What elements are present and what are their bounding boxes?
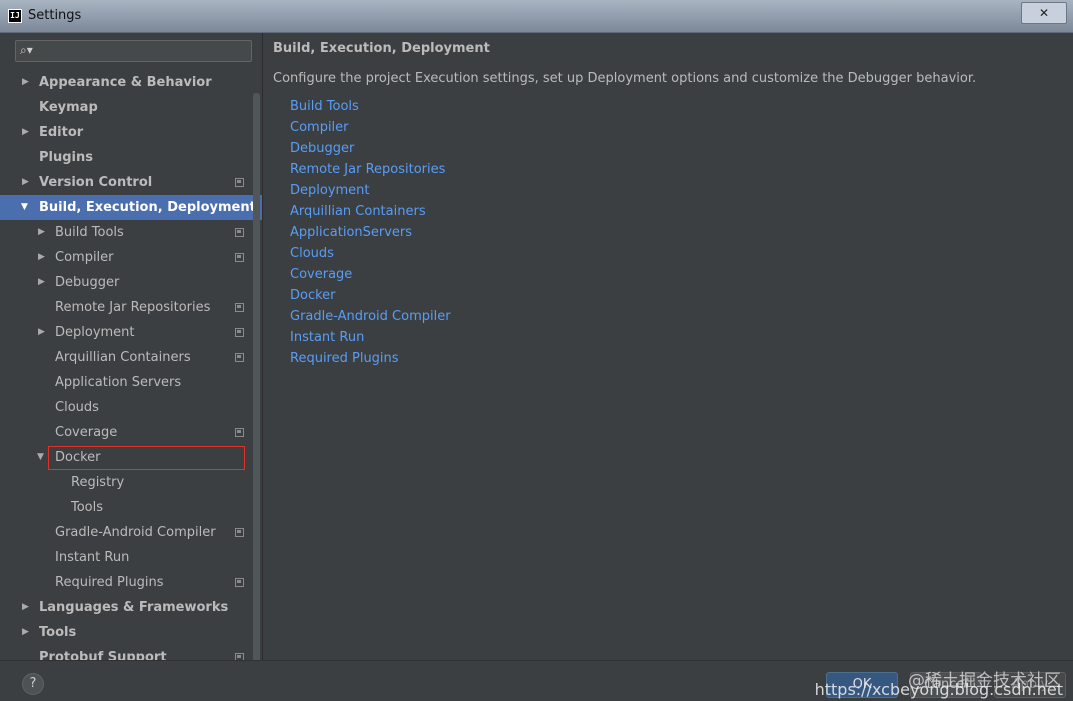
link-compiler[interactable]: Compiler <box>290 120 349 135</box>
help-button[interactable]: ? <box>22 673 44 695</box>
tree-item-label: Protobuf Support <box>39 650 167 660</box>
link-required-plugins[interactable]: Required Plugins <box>290 351 399 366</box>
tree-item-label: Version Control <box>39 175 153 190</box>
link-application-servers[interactable]: ApplicationServers <box>290 225 412 240</box>
tree-item-label: Remote Jar Repositories <box>55 300 211 315</box>
tree-item-compiler[interactable]: ▶ Compiler <box>0 245 253 270</box>
link-clouds[interactable]: Clouds <box>290 246 334 261</box>
link-debugger[interactable]: Debugger <box>290 141 354 156</box>
tree-item-appearance-behavior[interactable]: ▶ Appearance & Behavior <box>0 70 253 95</box>
chevron-right-icon[interactable]: ▶ <box>22 620 29 645</box>
chevron-right-icon[interactable]: ▶ <box>38 220 45 245</box>
chevron-down-icon[interactable]: ▼ <box>37 445 44 470</box>
close-button[interactable]: ✕ <box>1021 2 1067 24</box>
docker-highlight-box <box>48 446 245 470</box>
link-docker[interactable]: Docker <box>290 288 336 303</box>
link-instant-run[interactable]: Instant Run <box>290 330 364 345</box>
tree-item-label: Plugins <box>39 150 93 165</box>
settings-sidebar: ⌕▾ ▶ Appearance & Behavior Keymap ▶ Edit… <box>0 33 263 660</box>
page-title: Build, Execution, Deployment <box>273 41 490 56</box>
chevron-right-icon[interactable]: ▶ <box>22 170 29 195</box>
project-level-icon <box>235 528 244 537</box>
project-level-icon <box>235 653 244 660</box>
tree-item-label: Debugger <box>55 275 120 290</box>
tree-item-build-tools[interactable]: ▶ Build Tools <box>0 220 253 245</box>
tree-item-instant-run[interactable]: Instant Run <box>0 545 253 570</box>
tree-item-required-plugins[interactable]: Required Plugins <box>0 570 253 595</box>
title-bar: IJ Settings ✕ <box>0 0 1073 33</box>
project-level-icon <box>235 178 244 187</box>
tree-item-protobuf-support[interactable]: Protobuf Support <box>0 645 253 660</box>
chevron-right-icon[interactable]: ▶ <box>22 595 29 620</box>
chevron-right-icon[interactable]: ▶ <box>38 320 45 345</box>
link-remote-jar-repositories[interactable]: Remote Jar Repositories <box>290 162 445 177</box>
tree-item-label: Tools <box>39 625 77 640</box>
tree-item-plugins[interactable]: Plugins <box>0 145 253 170</box>
tree-item-application-servers[interactable]: Application Servers <box>0 370 253 395</box>
tree-item-label: Tools <box>71 500 104 515</box>
project-level-icon <box>235 578 244 587</box>
tree-item-label: Languages & Frameworks <box>39 600 229 615</box>
tree-item-label: Registry <box>71 475 125 490</box>
tree-item-label: Deployment <box>55 325 135 340</box>
tree-item-editor[interactable]: ▶ Editor <box>0 120 253 145</box>
page-description: Configure the project Execution settings… <box>273 71 977 86</box>
link-gradle-android-compiler[interactable]: Gradle-Android Compiler <box>290 309 451 324</box>
search-input[interactable] <box>38 42 252 62</box>
tree-item-languages-frameworks[interactable]: ▶ Languages & Frameworks <box>0 595 253 620</box>
chevron-right-icon[interactable]: ▶ <box>38 245 45 270</box>
chevron-right-icon[interactable]: ▶ <box>22 70 29 95</box>
tree-item-label: Editor <box>39 125 84 140</box>
tree-item-label: Application Servers <box>55 375 182 390</box>
tree-item-label: Gradle-Android Compiler <box>55 525 216 540</box>
tree-item-arquillian-containers[interactable]: Arquillian Containers <box>0 345 253 370</box>
tree-item-label: Coverage <box>55 425 118 440</box>
tree-item-label: Build, Execution, Deployment <box>39 200 256 215</box>
settings-content: Build, Execution, Deployment Configure t… <box>263 33 1073 660</box>
project-level-icon <box>235 253 244 262</box>
tree-item-label: Required Plugins <box>55 575 164 590</box>
tree-item-tools[interactable]: ▶ Tools <box>0 620 253 645</box>
project-level-icon <box>235 353 244 362</box>
tree-item-label: Appearance & Behavior <box>39 75 212 90</box>
tree-item-gradle-android-compiler[interactable]: Gradle-Android Compiler <box>0 520 253 545</box>
tree-item-remote-jar-repositories[interactable]: Remote Jar Repositories <box>0 295 253 320</box>
tree-item-label: Build Tools <box>55 225 124 240</box>
project-level-icon <box>235 303 244 312</box>
project-level-icon <box>235 428 244 437</box>
tree-item-label: Keymap <box>39 100 98 115</box>
tree-item-version-control[interactable]: ▶ Version Control <box>0 170 253 195</box>
project-level-icon <box>235 328 244 337</box>
tree-item-label: Instant Run <box>55 550 130 565</box>
chevron-down-icon[interactable]: ▼ <box>21 195 28 220</box>
tree-item-deployment[interactable]: ▶ Deployment <box>0 320 253 345</box>
tree-item-label: Clouds <box>55 400 99 415</box>
tree-item-clouds[interactable]: Clouds <box>0 395 253 420</box>
tree-item-docker-tools[interactable]: Tools <box>0 495 253 520</box>
watermark-url: https://xcbeyong.blog.csdn.net <box>814 680 1063 699</box>
project-level-icon <box>235 228 244 237</box>
tree-item-registry[interactable]: Registry <box>0 470 253 495</box>
tree-scrollbar[interactable] <box>253 93 260 660</box>
link-build-tools[interactable]: Build Tools <box>290 99 359 114</box>
tree-item-label: Compiler <box>55 250 114 265</box>
chevron-right-icon[interactable]: ▶ <box>38 270 45 295</box>
tree-item-label: Arquillian Containers <box>55 350 191 365</box>
tree-item-debugger[interactable]: ▶ Debugger <box>0 270 253 295</box>
link-arquillian-containers[interactable]: Arquillian Containers <box>290 204 426 219</box>
intellij-app-icon: IJ <box>8 9 22 23</box>
tree-item-build-execution-deployment[interactable]: ▼ Build, Execution, Deployment <box>0 195 262 220</box>
search-icon[interactable]: ⌕▾ <box>20 43 33 58</box>
tree-item-keymap[interactable]: Keymap <box>0 95 253 120</box>
search-box[interactable]: ⌕▾ <box>15 40 252 62</box>
chevron-right-icon[interactable]: ▶ <box>22 120 29 145</box>
window-title: Settings <box>28 8 82 23</box>
link-deployment[interactable]: Deployment <box>290 183 370 198</box>
tree-item-coverage[interactable]: Coverage <box>0 420 253 445</box>
link-coverage[interactable]: Coverage <box>290 267 352 282</box>
